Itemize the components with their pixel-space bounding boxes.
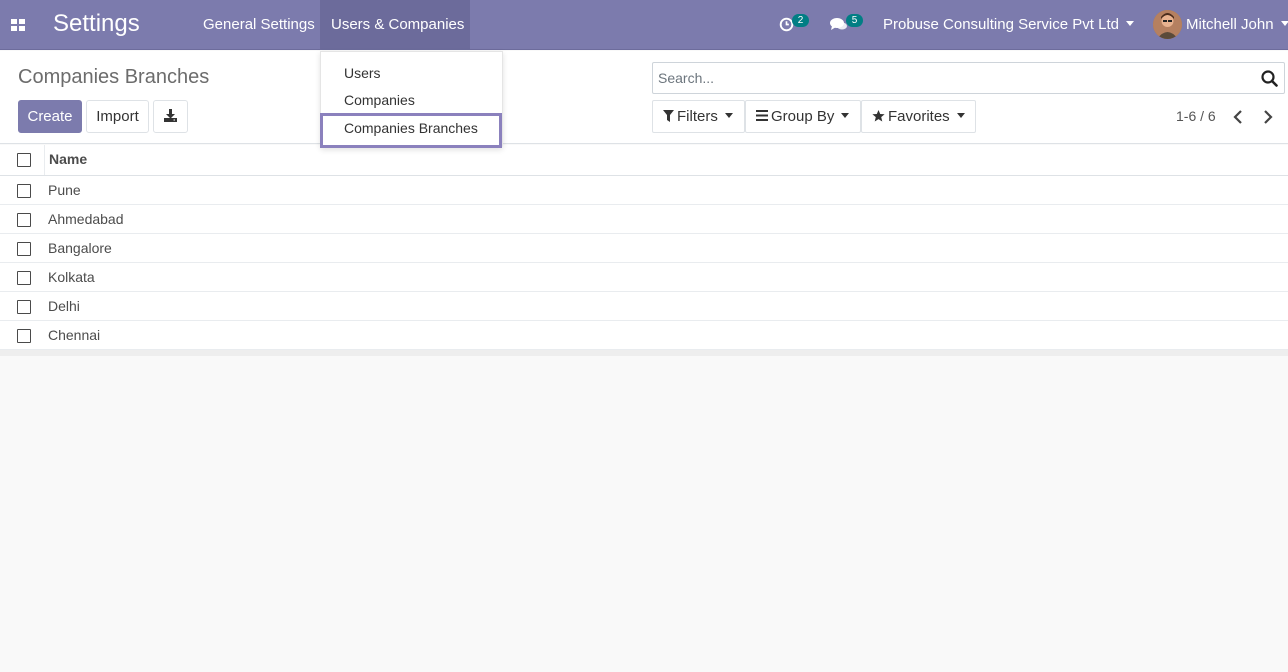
row-name[interactable]: Chennai <box>48 321 100 349</box>
top-navbar: Settings General Settings Users & Compan… <box>0 0 1288 50</box>
caret-down-icon <box>724 113 733 119</box>
filters-label: Filters <box>677 108 718 125</box>
search-bar <box>652 62 1285 94</box>
search-input[interactable] <box>658 63 1248 93</box>
row-checkbox[interactable] <box>17 184 31 198</box>
activity-badge: 2 <box>792 14 809 27</box>
dropdown-item-users[interactable]: Users <box>344 64 381 82</box>
table-row[interactable]: Pune <box>0 176 1288 205</box>
download-icon <box>164 109 177 122</box>
favorites-button[interactable]: Favorites <box>861 100 976 133</box>
row-checkbox[interactable] <box>17 329 31 343</box>
caret-down-icon <box>841 113 850 119</box>
users-companies-dropdown: Users Companies Companies Branches <box>320 51 503 148</box>
search-icon[interactable] <box>1261 70 1278 87</box>
pager-previous-button[interactable] <box>1230 108 1246 126</box>
group-by-button[interactable]: Group By <box>745 100 861 133</box>
row-name[interactable]: Pune <box>48 176 81 204</box>
star-icon <box>872 109 885 122</box>
row-check-cell <box>0 205 45 233</box>
app-title[interactable]: Settings <box>53 10 140 38</box>
pager-next-button[interactable] <box>1260 108 1276 126</box>
table-row[interactable]: Chennai <box>0 321 1288 350</box>
row-checkbox[interactable] <box>17 242 31 256</box>
download-button[interactable] <box>153 100 188 133</box>
messages-menu[interactable]: 5 <box>830 14 863 36</box>
user-name: Mitchell John <box>1186 16 1274 33</box>
control-panel: Companies Branches Create Import Filters… <box>0 51 1288 144</box>
avatar[interactable] <box>1153 10 1182 39</box>
caret-down-icon <box>1125 21 1134 27</box>
page-title: Companies Branches <box>18 66 210 88</box>
row-name[interactable]: Delhi <box>48 292 80 320</box>
favorites-label: Favorites <box>888 108 950 125</box>
menu-users-companies[interactable]: Users & Companies <box>320 0 470 50</box>
table-row[interactable]: Bangalore <box>0 234 1288 263</box>
list-bars-icon <box>756 110 768 122</box>
pager-value[interactable]: 1-6 / 6 <box>1176 108 1216 125</box>
row-checkbox[interactable] <box>17 271 31 285</box>
row-checkbox[interactable] <box>17 300 31 314</box>
row-check-cell <box>0 176 45 204</box>
import-button[interactable]: Import <box>86 100 149 133</box>
company-switcher[interactable]: Probuse Consulting Service Pvt Ltd <box>883 0 1134 50</box>
row-name[interactable]: Kolkata <box>48 263 95 291</box>
messages-badge: 5 <box>846 14 863 27</box>
create-button[interactable]: Create <box>18 100 82 133</box>
table-row[interactable]: Kolkata <box>0 263 1288 292</box>
select-all-cell <box>0 145 45 175</box>
caret-down-icon <box>956 113 965 119</box>
select-all-checkbox[interactable] <box>17 153 31 167</box>
apps-grid-icon[interactable] <box>6 9 30 41</box>
row-check-cell <box>0 234 45 262</box>
list-footer <box>0 350 1288 356</box>
row-check-cell <box>0 321 45 349</box>
chevron-right-icon <box>1264 110 1273 124</box>
user-menu[interactable]: Mitchell John <box>1186 0 1288 50</box>
list-header: Name <box>0 145 1288 176</box>
dropdown-item-companies[interactable]: Companies <box>344 91 415 109</box>
filters-button[interactable]: Filters <box>652 100 745 133</box>
company-name: Probuse Consulting Service Pvt Ltd <box>883 16 1119 33</box>
row-name[interactable]: Ahmedabad <box>48 205 124 233</box>
row-check-cell <box>0 263 45 291</box>
row-checkbox[interactable] <box>17 213 31 227</box>
column-header-name[interactable]: Name <box>49 145 87 174</box>
dropdown-item-companies-branches[interactable]: Companies Branches <box>344 119 478 137</box>
chevron-left-icon <box>1233 110 1242 124</box>
table-row[interactable]: Ahmedabad <box>0 205 1288 234</box>
caret-down-icon <box>1280 21 1288 27</box>
row-check-cell <box>0 292 45 320</box>
list-view: Name Pune Ahmedabad Bangalore Kolkata De… <box>0 145 1288 356</box>
table-row[interactable]: Delhi <box>0 292 1288 321</box>
menu-general-settings[interactable]: General Settings <box>192 0 326 50</box>
row-name[interactable]: Bangalore <box>48 234 112 262</box>
filter-icon <box>663 109 674 122</box>
activity-menu[interactable]: 2 <box>779 14 809 36</box>
group-by-label: Group By <box>771 108 835 125</box>
